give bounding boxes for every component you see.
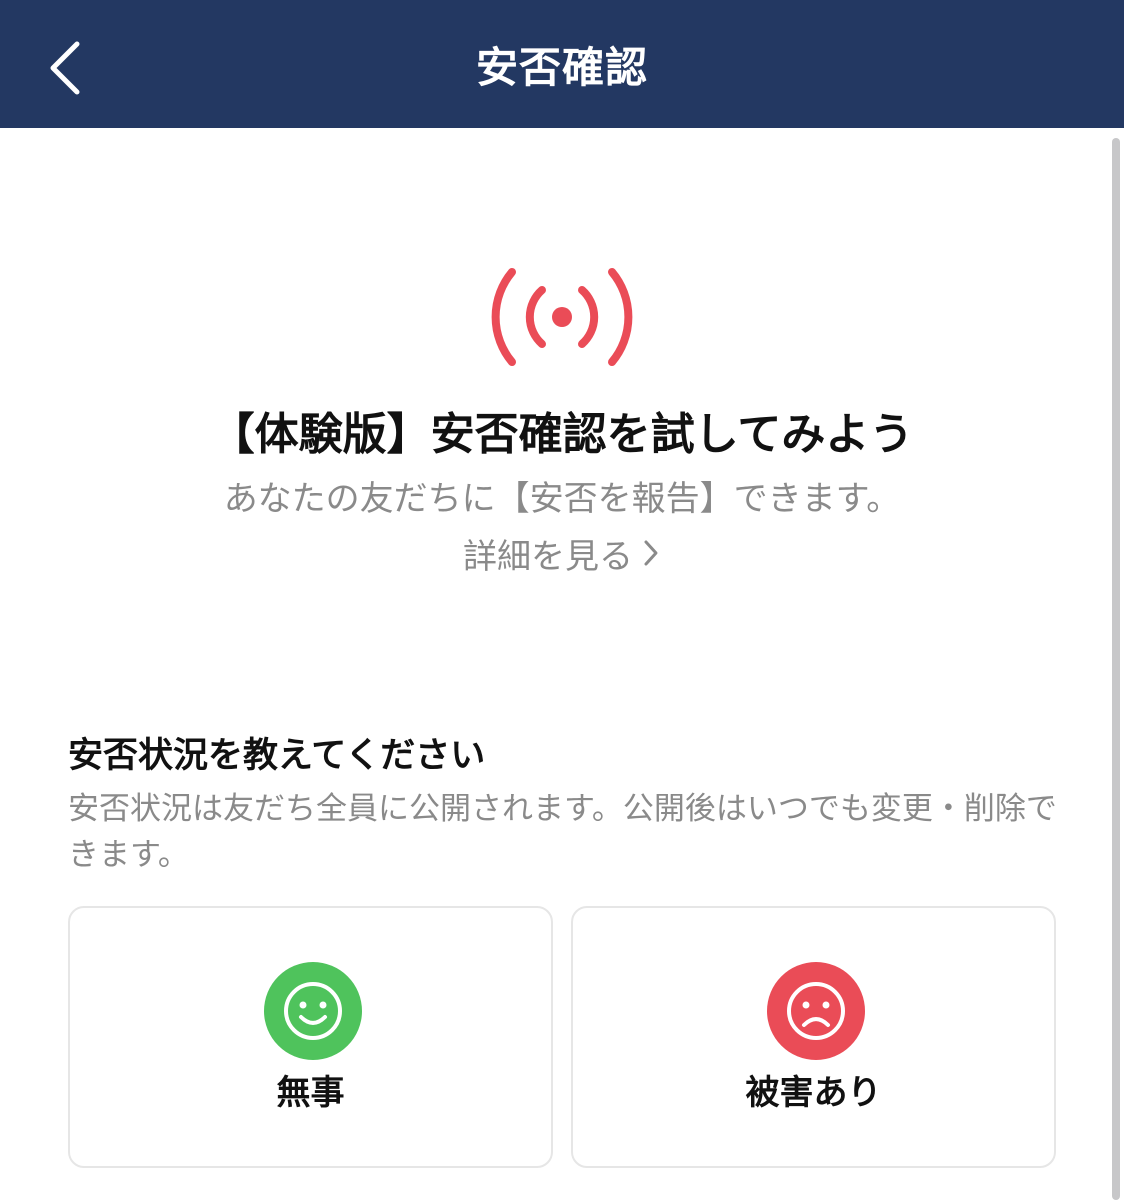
section-title: 安否状況を教えてください — [68, 736, 486, 776]
scrollbar[interactable] — [1112, 138, 1120, 1200]
detail-link[interactable]: 詳細を見る — [0, 528, 1124, 578]
hero-title: 【体験版】安否確認を試してみよう — [210, 409, 914, 460]
detail-link-label: 詳細を見る — [463, 536, 633, 577]
page-title: 安否確認 — [475, 42, 648, 92]
hero-subtitle: あなたの友だちに【安否を報告】できます。 — [223, 479, 901, 519]
broadcast-icon — [491, 268, 633, 366]
section-description: 安否状況は友だち全員に公開されます。公開後はいつでも変更・削除できます。 — [68, 791, 1057, 873]
chevron-right-icon — [644, 540, 658, 566]
safe-option-card[interactable]: 無事 — [68, 906, 553, 1168]
sad-face-icon — [767, 962, 865, 1060]
damage-option-card[interactable]: 被害あり — [571, 906, 1056, 1168]
damage-option-label: 被害あり — [745, 1073, 882, 1113]
smiley-face-icon — [264, 962, 362, 1060]
header-bar: 安否確認 — [0, 0, 1124, 128]
safe-option-label: 無事 — [276, 1073, 345, 1113]
